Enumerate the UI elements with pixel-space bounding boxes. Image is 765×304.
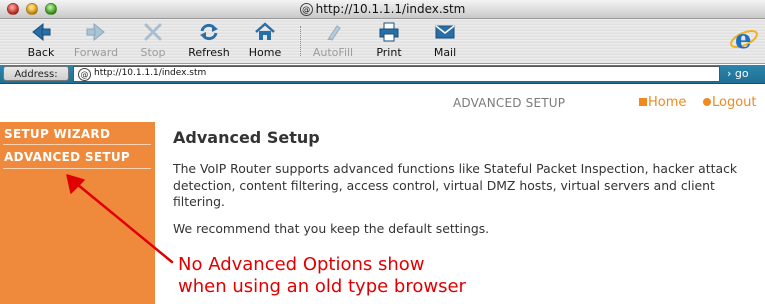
address-label: Address: (3, 66, 69, 81)
sidebar-item-advanced-setup[interactable]: ADVANCED SETUP (0, 147, 152, 167)
print-button[interactable]: Print (361, 22, 417, 60)
stop-icon (144, 23, 162, 41)
mail-label: Mail (433, 46, 457, 59)
window-title: @ http://10.1.1.1/index.stm (0, 2, 765, 16)
sidebar-divider (3, 168, 151, 169)
annotation-line-2: when using an old type browser (178, 276, 466, 297)
refresh-label: Refresh (188, 46, 230, 59)
refresh-icon (200, 23, 218, 41)
home-bullet-icon (639, 98, 647, 106)
web-page: ADVANCED SETUP Home Logout SETUP WIZARD … (0, 84, 765, 304)
autofill-label: AutoFill (312, 46, 354, 59)
logout-bullet-icon (703, 98, 711, 106)
section-title: ADVANCED SETUP (453, 96, 566, 110)
browser-toolbar: Back Forward Stop Refresh Home AutoFill … (0, 19, 765, 64)
print-icon (379, 22, 399, 42)
globe-icon: @ (78, 68, 91, 81)
back-icon (32, 22, 51, 42)
page-title: Advanced Setup (173, 128, 320, 147)
annotation-line-1: No Advanced Options show (178, 254, 425, 275)
logout-link-label: Logout (712, 95, 757, 110)
back-label: Back (27, 46, 55, 59)
description-paragraph: The VoIP Router supports advanced functi… (173, 161, 738, 209)
logout-link[interactable]: Logout (703, 95, 757, 110)
address-url: http://10.1.1.1/index.stm (94, 68, 207, 78)
window-titlebar: @ http://10.1.1.1/index.stm (0, 0, 765, 19)
sidebar-item-setup-wizard[interactable]: SETUP WIZARD (0, 124, 152, 144)
go-label: go (734, 67, 749, 80)
go-button[interactable]: › go (727, 66, 763, 81)
forward-label: Forward (73, 46, 119, 59)
stop-button[interactable]: Stop (125, 22, 181, 60)
mail-icon (435, 25, 455, 39)
sidebar-divider (3, 144, 151, 145)
recommendation-paragraph: We recommend that you keep the default s… (173, 220, 490, 236)
back-button[interactable]: Back (13, 22, 69, 60)
address-input[interactable]: @ http://10.1.1.1/index.stm (73, 66, 720, 82)
home-label: Home (248, 46, 282, 59)
address-bar: Address: @ http://10.1.1.1/index.stm › g… (0, 65, 765, 84)
svg-text:e: e (735, 25, 752, 54)
page-icon: @ (299, 3, 313, 16)
go-arrow-icon: › (727, 67, 732, 80)
sidebar: SETUP WIZARD ADVANCED SETUP (0, 122, 155, 304)
home-link[interactable]: Home (639, 95, 686, 110)
autofill-icon (327, 25, 341, 41)
stop-label: Stop (140, 46, 166, 59)
autofill-button[interactable]: AutoFill (305, 22, 361, 60)
home-icon (255, 22, 275, 40)
refresh-button[interactable]: Refresh (181, 22, 237, 60)
home-link-label: Home (648, 95, 687, 110)
window-title-text: http://10.1.1.1/index.stm (315, 2, 466, 16)
print-label: Print (376, 46, 402, 59)
mail-button[interactable]: Mail (417, 22, 473, 60)
forward-button[interactable]: Forward (68, 22, 124, 60)
forward-icon (86, 22, 105, 42)
home-button[interactable]: Home (237, 22, 293, 60)
main-content: Advanced Setup The VoIP Router supports … (173, 128, 763, 247)
ie-logo-icon: e (730, 25, 758, 54)
toolbar-separator (300, 26, 302, 56)
